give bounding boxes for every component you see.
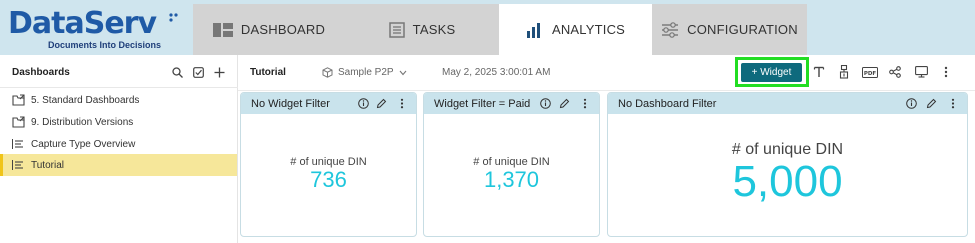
filter-icon[interactable] (836, 64, 852, 80)
widget-header: No Dashboard Filter (608, 93, 967, 114)
widget-card[interactable]: Widget Filter = Paid # of unique DIN 1,3… (423, 92, 600, 237)
sidebar-item-capture-type-overview[interactable]: Capture Type Overview (0, 133, 237, 155)
sidebar-item-label: 9. Distribution Versions (31, 116, 134, 128)
monitor-icon[interactable] (913, 64, 929, 80)
sidebar-item-standard-dashboards[interactable]: 5. Standard Dashboards (0, 89, 237, 111)
folder-share-icon (12, 94, 26, 106)
tab-analytics-label: ANALYTICS (551, 22, 626, 37)
metric-value: 1,370 (483, 167, 540, 192)
widget-card[interactable]: No Widget Filter # of unique DIN 736 (240, 92, 417, 237)
list-icon (12, 139, 26, 149)
datasource-label: Sample P2P (338, 67, 394, 78)
logo-wordmark: DataServ (8, 6, 157, 41)
more-options-icon[interactable] (395, 97, 408, 110)
tab-dashboard-label: DASHBOARD (240, 22, 326, 37)
last-updated-date: May 2, 2025 3:00:01 AM (442, 67, 551, 78)
checkbox-icon[interactable] (191, 65, 205, 79)
info-icon[interactable] (357, 97, 370, 110)
datasource-selector[interactable]: Sample P2P (322, 67, 407, 78)
sidebar-item-label: Capture Type Overview (31, 138, 136, 150)
pdf-icon[interactable]: PDF (861, 64, 879, 80)
sidebar-item-distribution-versions[interactable]: 9. Distribution Versions (0, 111, 237, 133)
widget-card[interactable]: No Dashboard Filter # of unique DIN 5,00… (607, 92, 968, 237)
sidebar-item-label: Tutorial (31, 159, 64, 171)
widget-title: No Dashboard Filter (618, 98, 717, 110)
dashboard-toolbar: Tutorial Sample P2P May 2, 2025 3:00:01 … (238, 55, 975, 91)
sidebar-title: Dashboards (12, 67, 70, 78)
metric-value: 736 (310, 167, 347, 192)
more-options-icon[interactable] (938, 64, 954, 80)
tab-configuration-label: CONFIGURATION (687, 22, 798, 37)
sliders-icon (661, 21, 679, 38)
more-options-icon[interactable] (578, 97, 591, 110)
bar-chart-icon (526, 22, 544, 38)
plus-icon[interactable] (212, 65, 226, 79)
metric-value: 5,000 (732, 157, 843, 206)
sidebar-item-label: 5. Standard Dashboards (31, 94, 140, 106)
tab-configuration[interactable]: CONFIGURATION (652, 4, 807, 55)
widget-header: Widget Filter = Paid (424, 93, 599, 114)
edit-pencil-icon[interactable] (925, 97, 938, 110)
add-widget-button[interactable]: + Widget (741, 63, 802, 82)
search-icon[interactable] (170, 65, 184, 79)
top-bar: DataServ Documents Into Decisions DASHBO… (0, 0, 975, 55)
tab-dashboard[interactable]: DASHBOARD (193, 4, 345, 55)
svg-text:PDF: PDF (864, 71, 877, 77)
text-icon[interactable] (811, 64, 827, 80)
cube-icon (322, 67, 333, 78)
sidebar-item-tutorial[interactable]: Tutorial (0, 154, 237, 176)
edit-pencil-icon[interactable] (375, 97, 388, 110)
info-icon[interactable] (539, 97, 552, 110)
widget-header: No Widget Filter (241, 93, 416, 114)
list-icon (12, 160, 26, 170)
tab-tasks-label: TASKS (412, 22, 456, 37)
dashboard-icon (212, 22, 233, 37)
chevron-down-icon (399, 70, 407, 76)
sidebar-header: Dashboards (0, 55, 238, 88)
widget-title: No Widget Filter (251, 98, 330, 110)
logo-tagline: Documents Into Decisions (48, 40, 162, 50)
tab-analytics[interactable]: ANALYTICS (499, 4, 652, 55)
dashboard-title: Tutorial (250, 67, 286, 78)
more-options-icon[interactable] (946, 97, 959, 110)
logo-dots-icon (169, 13, 178, 22)
info-icon[interactable] (905, 97, 918, 110)
dataserv-logo[interactable]: DataServ Documents Into Decisions (8, 6, 188, 52)
folder-share-icon (12, 116, 26, 128)
dashboards-sidebar: Dashboards 5. Standard Dashboards 9. Dis… (0, 55, 238, 243)
tasks-icon (388, 21, 405, 38)
widget-title: Widget Filter = Paid (434, 98, 531, 110)
tab-tasks[interactable]: TASKS (345, 4, 499, 55)
share-icon[interactable] (887, 64, 903, 80)
edit-pencil-icon[interactable] (558, 97, 571, 110)
